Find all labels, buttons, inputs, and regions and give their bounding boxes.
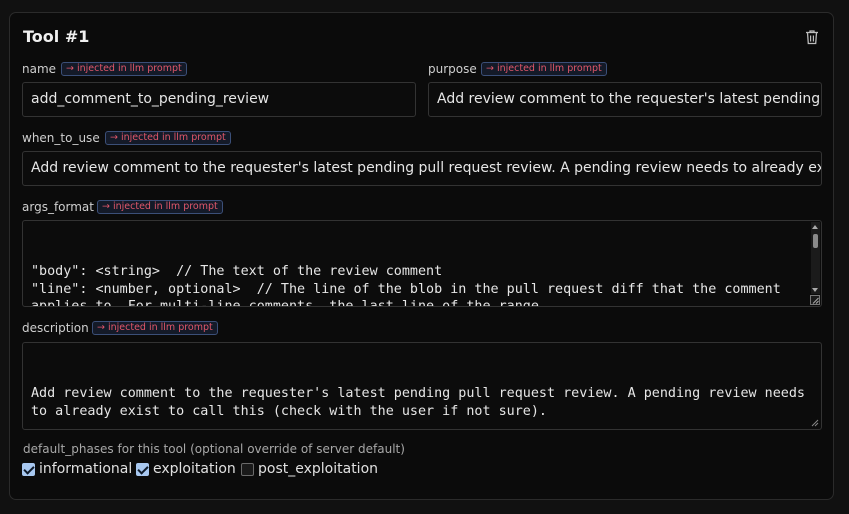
tool-card: Tool #1 name → injected in llm prompt ad… bbox=[9, 12, 834, 500]
checkbox-unchecked-icon[interactable] bbox=[241, 462, 254, 476]
description-textarea[interactable]: Add review comment to the requester's la… bbox=[22, 342, 822, 430]
injected-badge: → injected in llm prompt bbox=[61, 62, 187, 76]
when-to-use-label: when_to_use bbox=[22, 131, 100, 145]
injected-badge: → injected in llm prompt bbox=[92, 321, 218, 335]
checkbox-checked-icon[interactable] bbox=[136, 462, 149, 476]
resize-handle-icon[interactable] bbox=[810, 295, 820, 305]
name-input[interactable]: add_comment_to_pending_review bbox=[22, 82, 416, 117]
description-text: Add review comment to the requester's la… bbox=[31, 386, 813, 419]
scroll-up-arrow-icon[interactable] bbox=[812, 225, 818, 229]
phase-post-exploitation-checkbox[interactable]: post_exploitation bbox=[241, 460, 378, 478]
args-format-textarea[interactable]: "body": <string> // The text of the revi… bbox=[22, 220, 822, 307]
resize-handle-icon[interactable] bbox=[809, 417, 819, 427]
tool-title: Tool #1 bbox=[23, 27, 90, 46]
phase-option-label: exploitation bbox=[153, 461, 236, 477]
scroll-down-arrow-icon[interactable] bbox=[812, 288, 818, 292]
injected-badge: → injected in llm prompt bbox=[481, 62, 607, 76]
injected-badge: → injected in llm prompt bbox=[105, 131, 231, 145]
phase-informational-checkbox[interactable]: informational bbox=[22, 460, 132, 478]
phase-option-label: post_exploitation bbox=[258, 461, 379, 477]
args-format-text: "body": <string> // The text of the revi… bbox=[31, 264, 781, 307]
checkbox-checked-icon[interactable] bbox=[22, 462, 35, 476]
phase-option-label: informational bbox=[39, 461, 133, 477]
when-to-use-input[interactable]: Add review comment to the requester's la… bbox=[22, 151, 822, 186]
purpose-input[interactable]: Add review comment to the requester's la… bbox=[428, 82, 822, 117]
purpose-label: purpose bbox=[428, 62, 477, 76]
scrollbar[interactable] bbox=[811, 222, 820, 294]
phase-exploitation-checkbox[interactable]: exploitation bbox=[136, 460, 236, 478]
args-format-label: args_format bbox=[22, 200, 94, 214]
default-phases-label: default_phases for this tool (optional o… bbox=[23, 442, 405, 456]
trash-icon[interactable] bbox=[805, 29, 819, 45]
name-label: name bbox=[22, 62, 57, 76]
injected-badge: → injected in llm prompt bbox=[97, 200, 223, 214]
scroll-thumb[interactable] bbox=[813, 234, 818, 248]
description-label: description bbox=[22, 321, 89, 335]
